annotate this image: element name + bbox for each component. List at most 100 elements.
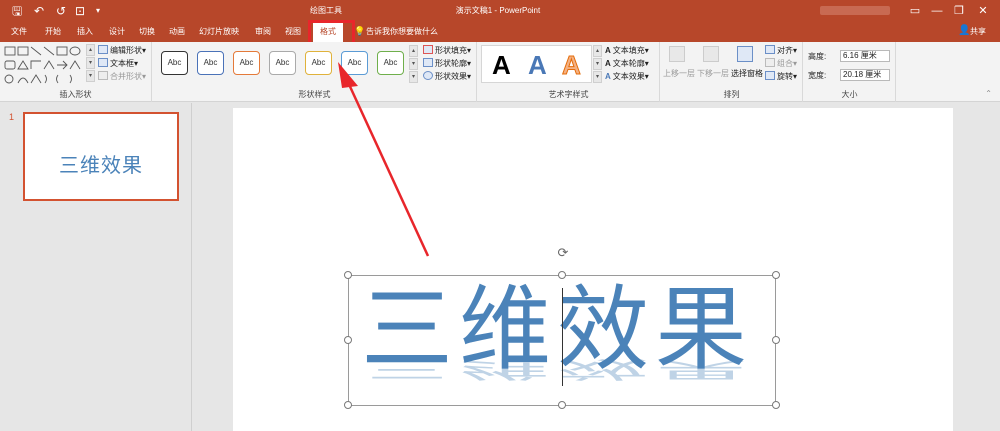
group-size: 高度: 6.16 厘米 宽度: 20.18 厘米 大小	[804, 42, 896, 102]
resize-handle[interactable]	[772, 271, 780, 279]
tab-file[interactable]: 文件	[6, 22, 32, 42]
group-arrange: 上移一层 下移一层 选择窗格 对齐▾ 组合▾ 旋转▾ 排列	[661, 42, 803, 102]
save-icon[interactable]: 🖫	[12, 3, 22, 19]
share-button[interactable]: 共享	[970, 22, 986, 42]
arrange-label: 排列	[723, 90, 740, 99]
slide-number: 1	[9, 112, 15, 122]
lightbulb-icon: 💡	[354, 26, 366, 36]
shape-fill-button[interactable]: 形状填充▾	[423, 45, 471, 56]
group-wordart-styles: A A A ▴ ▾ ▾ A 文本填充▾ A 文本轮廓▾ A 文本效果▾ 艺术字样式	[478, 42, 660, 102]
ribbon-tabs: 文件 开始 插入 设计 切换 动画 幻灯片放映 审阅 视图 格式 💡 告诉我你想…	[0, 22, 1000, 42]
rotate-handle-icon[interactable]: ⟳	[555, 245, 571, 261]
slideshow-icon[interactable]: ⊡	[75, 3, 85, 19]
resize-handle[interactable]	[344, 401, 352, 409]
tab-review[interactable]: 审阅	[250, 22, 276, 42]
rotate-label: 旋转	[777, 72, 793, 81]
selection-pane-icon	[737, 46, 753, 62]
tab-home[interactable]: 开始	[40, 22, 66, 42]
group-label: 组合	[777, 59, 793, 68]
send-backward-icon	[703, 46, 719, 62]
text-outline-icon: A	[605, 59, 611, 68]
wordart-sample[interactable]: A	[562, 50, 582, 81]
resize-handle[interactable]	[344, 336, 352, 344]
resize-handle[interactable]	[772, 401, 780, 409]
edit-shape-label: 编辑形状	[110, 46, 142, 55]
merge-shapes-label: 合并形状	[110, 72, 142, 81]
contextual-group-label: 绘图工具	[310, 6, 342, 15]
shape-effects-button[interactable]: 形状效果▾	[423, 71, 471, 82]
shapes-gallery[interactable]	[3, 45, 99, 87]
resize-handle[interactable]	[558, 401, 566, 409]
minimize-button[interactable]: —	[925, 0, 949, 22]
customize-quick-access-icon[interactable]: ▾	[96, 3, 100, 19]
text-fill-button[interactable]: A 文本填充▾	[605, 45, 649, 56]
text-fill-icon: A	[605, 46, 611, 55]
send-backward-button[interactable]: 下移一层	[697, 68, 729, 79]
insert-shapes-label: 插入形状	[59, 90, 92, 99]
tab-insert[interactable]: 插入	[72, 22, 98, 42]
style-swatch[interactable]: Abc	[233, 51, 260, 75]
slide-thumbnail-text: 三维效果	[59, 153, 143, 177]
shape-styles-label: 形状样式	[298, 90, 331, 99]
tab-slideshow[interactable]: 幻灯片放映	[196, 22, 242, 42]
shape-outline-button[interactable]: 形状轮廓▾	[423, 58, 471, 69]
style-swatch[interactable]: Abc	[161, 51, 188, 75]
slide-thumbnail[interactable]: 三维效果	[23, 112, 179, 201]
resize-handle[interactable]	[344, 271, 352, 279]
title-bar: 🖫 ↶ ↺ ⊡ ▾ 绘图工具 演示文稿1 - PowerPoint ▭ — ❐ …	[0, 0, 1000, 22]
close-button[interactable]: ✕	[970, 0, 996, 22]
align-label: 对齐	[777, 46, 793, 55]
shape-outline-label: 形状轮廓	[435, 59, 467, 68]
ribbon: ▴ ▾ ▾ 编辑形状▾ 文本框▾ 合并形状▾ 插入形状 Abc Abc Abc …	[0, 42, 1000, 102]
width-label: 宽度:	[808, 71, 827, 80]
text-cursor	[562, 288, 563, 386]
text-outline-button[interactable]: A 文本轮廓▾	[605, 58, 649, 69]
text-fill-label: 文本填充	[612, 46, 645, 55]
resize-handle[interactable]	[772, 336, 780, 344]
height-input[interactable]: 6.16 厘米	[840, 50, 890, 62]
account-name[interactable]	[820, 6, 890, 15]
tab-design[interactable]: 设计	[104, 22, 130, 42]
wordart-sample[interactable]: A	[492, 50, 511, 80]
tab-transitions[interactable]: 切换	[134, 22, 160, 42]
ribbon-display-icon[interactable]: ▭	[903, 0, 927, 22]
style-swatch[interactable]: Abc	[341, 51, 368, 75]
tell-me-search[interactable]: 告诉我你想要做什么	[366, 22, 438, 42]
merge-shapes-button[interactable]: 合并形状▾	[98, 71, 146, 82]
text-effects-icon: A	[605, 72, 611, 81]
text-effects-button[interactable]: A 文本效果▾	[605, 71, 649, 82]
redo-icon[interactable]: ↺	[56, 3, 66, 19]
style-swatch[interactable]: Abc	[305, 51, 332, 75]
height-label: 高度:	[808, 52, 827, 61]
shape-fill-label: 形状填充	[435, 46, 467, 55]
rotate-button[interactable]: 旋转▾	[765, 71, 797, 82]
window-title: 演示文稿1 - PowerPoint	[455, 6, 541, 15]
collapse-ribbon-icon[interactable]: ⌃	[985, 89, 992, 98]
restore-button[interactable]: ❐	[947, 0, 971, 22]
style-swatch[interactable]: Abc	[197, 51, 224, 75]
undo-icon[interactable]: ↶	[34, 3, 44, 19]
text-effects-label: 文本效果	[612, 72, 645, 81]
shape-effects-label: 形状效果	[435, 72, 467, 81]
align-button[interactable]: 对齐▾	[765, 45, 797, 56]
group-shape-styles: Abc Abc Abc Abc Abc Abc Abc ▴ ▾ ▾ 形状填充▾ …	[153, 42, 477, 102]
text-box-label: 文本框	[110, 59, 134, 68]
group-button[interactable]: 组合▾	[765, 58, 797, 69]
text-box-button[interactable]: 文本框▾	[98, 58, 138, 69]
style-swatch[interactable]: Abc	[269, 51, 296, 75]
wordart-styles-label: 艺术字样式	[548, 90, 589, 99]
resize-handle[interactable]	[558, 271, 566, 279]
width-input[interactable]: 20.18 厘米	[840, 69, 890, 81]
bring-forward-button[interactable]: 上移一层	[663, 68, 695, 79]
bring-forward-icon	[669, 46, 685, 62]
slide-title-reflection: 三维效果	[361, 355, 754, 383]
text-outline-label: 文本轮廓	[612, 59, 645, 68]
wordart-sample[interactable]: A	[528, 50, 547, 80]
style-swatch[interactable]: Abc	[377, 51, 404, 75]
size-label: 大小	[841, 90, 858, 99]
tab-view[interactable]: 视图	[280, 22, 306, 42]
edit-shape-button[interactable]: 编辑形状▾	[98, 45, 146, 56]
selection-pane-button[interactable]: 选择窗格	[731, 68, 763, 79]
share-icon[interactable]: 👤	[958, 25, 970, 36]
tab-animations[interactable]: 动画	[164, 22, 190, 42]
